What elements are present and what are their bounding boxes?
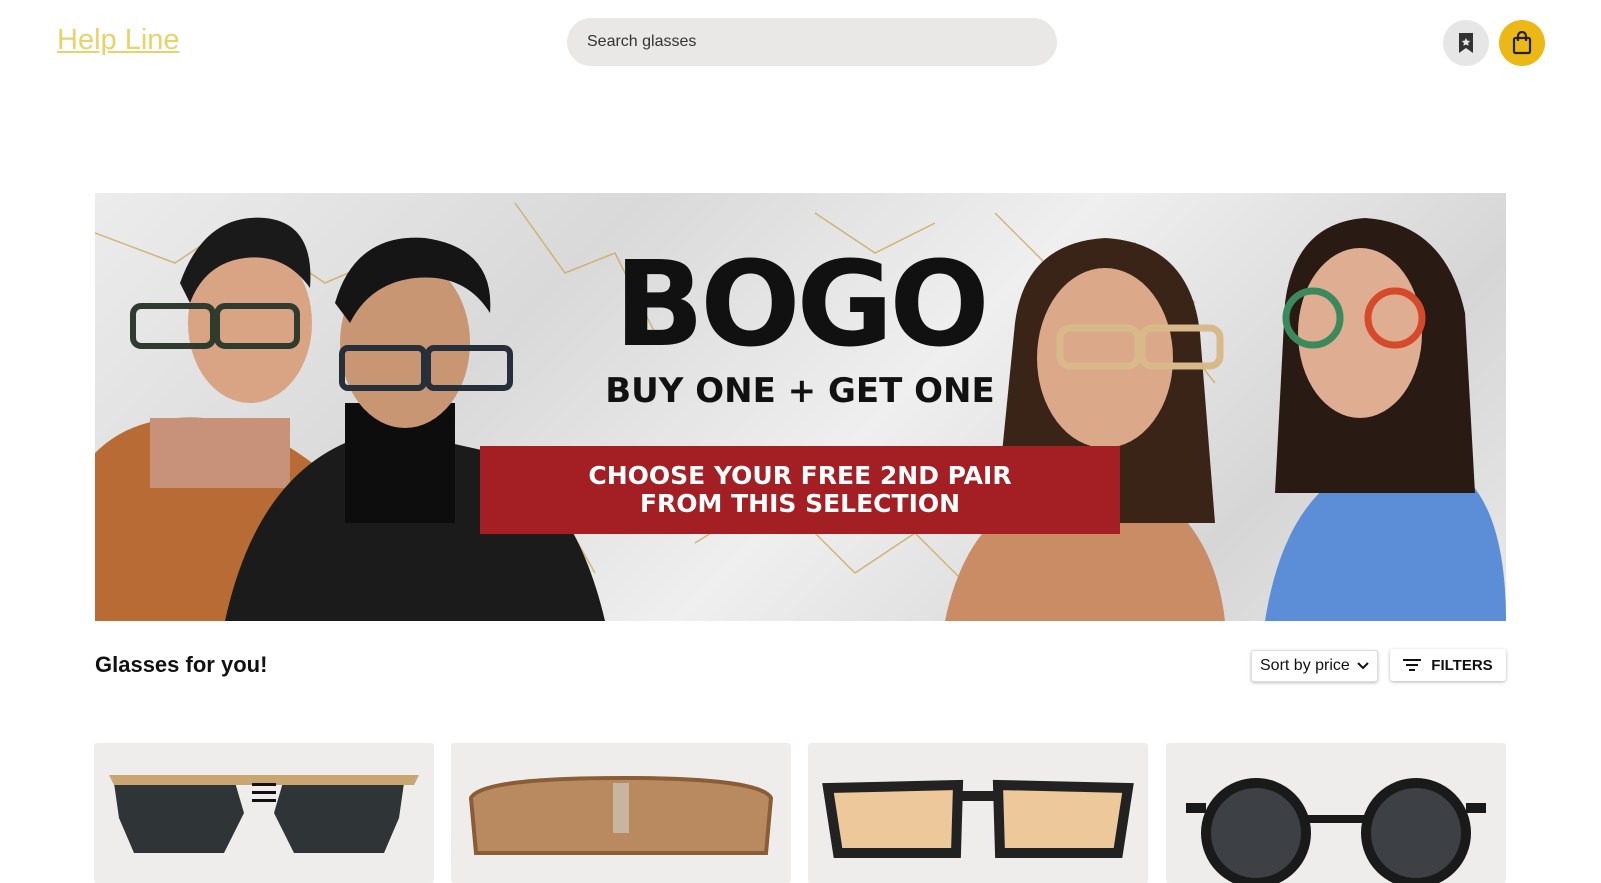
- product-card[interactable]: [94, 743, 434, 883]
- site-header: Help Line: [0, 0, 1601, 90]
- banner-offer-line-1: CHOOSE YOUR FREE 2ND PAIR: [588, 461, 1012, 490]
- banner-offer-strip: CHOOSE YOUR FREE 2ND PAIR FROM THIS SELE…: [480, 446, 1120, 534]
- sort-select-value: Sort by price: [1260, 657, 1350, 674]
- help-line-link[interactable]: Help Line: [57, 24, 180, 57]
- banner-title: BOGO: [614, 235, 989, 373]
- section-title: Glasses for you!: [95, 652, 268, 677]
- cart-button[interactable]: [1499, 20, 1545, 66]
- chevron-down-icon: [1357, 662, 1369, 670]
- product-image: [109, 775, 419, 853]
- banner-subtitle: BUY ONE + GET ONE: [605, 371, 995, 411]
- product-image: [822, 779, 1134, 858]
- filters-label: FILTERS: [1431, 656, 1493, 674]
- product-card[interactable]: [451, 743, 791, 883]
- filter-icon: [1403, 659, 1422, 671]
- banner-offer-line-2: FROM THIS SELECTION: [639, 489, 961, 518]
- bookmark-button[interactable]: [1443, 20, 1489, 66]
- product-image: [1186, 778, 1486, 883]
- search-input[interactable]: [567, 18, 1057, 66]
- sort-select[interactable]: Sort by price: [1251, 650, 1378, 682]
- bookmark-icon: [1459, 33, 1473, 53]
- shopping-bag-icon: [1512, 31, 1532, 55]
- product-card[interactable]: [1166, 743, 1506, 883]
- product-card[interactable]: [808, 743, 1148, 883]
- product-image: [468, 775, 774, 855]
- promo-banner[interactable]: BOGO BUY ONE + GET ONE CHOOSE YOUR FREE …: [95, 193, 1506, 621]
- filters-button[interactable]: FILTERS: [1390, 649, 1506, 681]
